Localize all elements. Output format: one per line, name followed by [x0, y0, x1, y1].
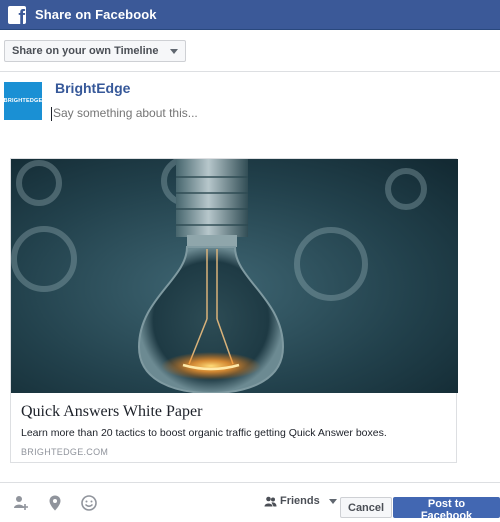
audience-selector[interactable]: Friends	[264, 495, 337, 507]
dialog-footer: Friends Cancel Post to Facebook	[0, 482, 500, 522]
dialog-title: Share on Facebook	[35, 7, 157, 22]
lightbulb-image	[11, 159, 458, 393]
page-avatar: BRIGHTEDGE	[4, 82, 42, 120]
avatar-logo-text: BRIGHTEDGE	[3, 98, 43, 104]
feeling-icon[interactable]	[80, 494, 98, 512]
location-icon[interactable]	[46, 494, 64, 512]
share-target-select[interactable]: Share on your own Timeline	[4, 40, 186, 62]
tag-friends-icon[interactable]	[12, 494, 30, 512]
share-target-label: Share on your own Timeline	[12, 45, 159, 57]
share-target-bar: Share on your own Timeline	[0, 30, 500, 72]
facebook-icon: f	[8, 5, 26, 24]
friends-icon	[264, 496, 277, 506]
post-to-facebook-button[interactable]: Post to Facebook	[393, 497, 500, 522]
cancel-button[interactable]: Cancel	[340, 497, 393, 518]
text-cursor	[51, 107, 52, 121]
link-domain: BRIGHTEDGE.COM	[21, 447, 109, 457]
link-title: Quick Answers White Paper	[21, 403, 203, 420]
compose-input[interactable]	[53, 106, 473, 120]
caret-down-icon	[169, 49, 178, 54]
audience-label: Friends	[280, 495, 320, 507]
link-preview-card[interactable]: Quick Answers White Paper Learn more tha…	[10, 158, 458, 463]
caret-down-icon	[328, 498, 337, 504]
dialog-header: f Share on Facebook	[0, 0, 500, 30]
link-description: Learn more than 20 tactics to boost orga…	[21, 427, 387, 439]
page-name: BrightEdge	[55, 80, 131, 96]
